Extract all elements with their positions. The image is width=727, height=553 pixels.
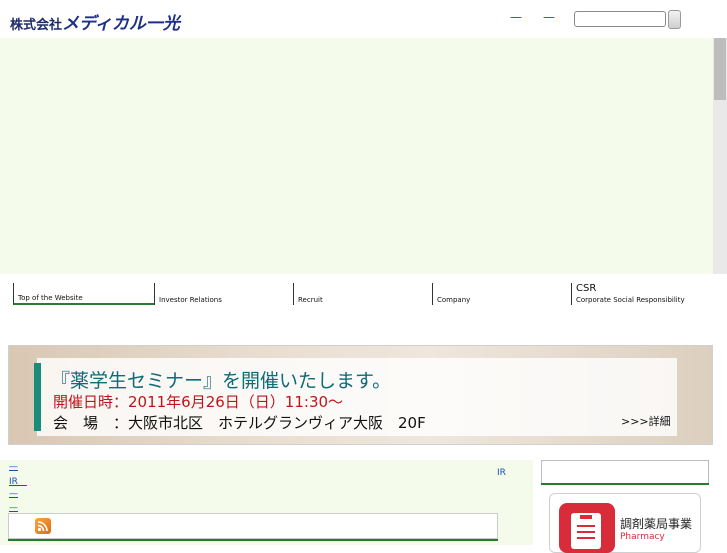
nav-label-ir: Investor Relations — [159, 296, 222, 304]
banner-venue: 会 場 ：大阪市北区 ホテルグランヴィア大阪 20F — [53, 414, 426, 432]
header-link-2[interactable]: — — [543, 10, 555, 24]
banner-detail-link[interactable]: >>>詳細 — [621, 413, 671, 429]
header-link-1[interactable]: — — [510, 10, 522, 24]
logo-name: メディカル一光 — [62, 14, 180, 34]
logo-prefix: 株式会社 — [10, 18, 63, 33]
search-button[interactable] — [668, 10, 681, 29]
banner-date: 開催日時：2011年6月26日（日）11:30〜 — [53, 393, 344, 411]
company-logo[interactable]: 株式会社メディカル一光 — [10, 9, 180, 34]
rss-icon[interactable] — [35, 518, 51, 534]
news-link-2[interactable]: — — [9, 489, 18, 499]
news-link-1[interactable]: — — [9, 462, 18, 472]
nav-label-recruit: Recruit — [298, 296, 323, 304]
section-divider — [8, 539, 498, 541]
sidebar-divider — [541, 483, 709, 485]
seminar-banner[interactable]: 『薬学生セミナー』を開催いたします。 開催日時：2011年6月26日（日）11:… — [8, 345, 713, 445]
clipboard-icon — [571, 513, 601, 549]
nav-item-top[interactable]: Top of the Website — [13, 283, 154, 305]
nav-item-investor-relations[interactable]: Investor Relations — [154, 283, 293, 305]
nav-heading-csr: CSR — [576, 283, 597, 294]
nav-item-csr[interactable]: CSR Corporate Social Responsibility — [571, 283, 713, 305]
search-input[interactable] — [574, 11, 666, 27]
scrollbar-thumb[interactable] — [714, 38, 726, 100]
nav-item-company[interactable]: Company — [432, 283, 571, 305]
pharmacy-subtitle: Pharmacy — [620, 532, 665, 542]
pharmacy-title: 調剤薬局事業 — [620, 517, 693, 531]
banner-title: 『薬学生セミナー』を開催いたします。 — [51, 370, 392, 392]
news-link-3[interactable]: — — [9, 503, 18, 513]
news-link-ir[interactable]: IR — [9, 474, 27, 487]
banner-accent-bar — [34, 363, 41, 431]
nav-label-top: Top of the Website — [18, 294, 83, 302]
hero-area — [0, 38, 713, 274]
sidebar-header — [541, 460, 709, 485]
nav-item-recruit[interactable]: Recruit — [293, 283, 432, 305]
rss-box — [8, 513, 498, 539]
nav-label-company: Company — [437, 296, 471, 304]
nav-label-csr: Corporate Social Responsibility — [576, 296, 685, 304]
ir-link[interactable]: IR — [497, 468, 506, 478]
